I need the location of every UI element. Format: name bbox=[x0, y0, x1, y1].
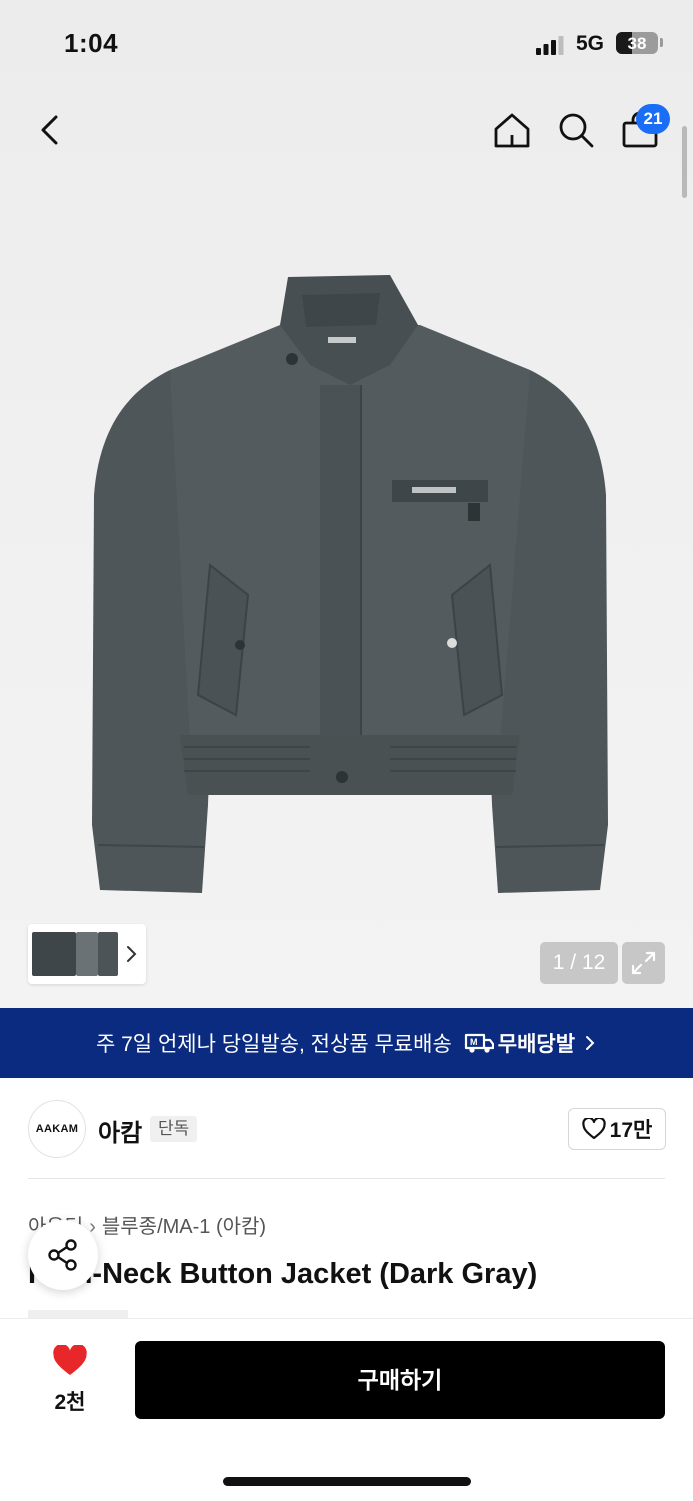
network-type: 5G bbox=[576, 32, 605, 55]
battery-percent: 38 bbox=[627, 34, 647, 53]
wishlist-count: 2천 bbox=[54, 1391, 86, 1414]
brand-logo[interactable]: AAKAM bbox=[28, 1100, 86, 1158]
banner-brand: M 무배당발 bbox=[464, 1028, 575, 1058]
brand-like-count: 17만 bbox=[609, 1119, 653, 1142]
product-image[interactable] bbox=[80, 265, 620, 905]
thumbnail-image[interactable] bbox=[76, 932, 98, 976]
banner-brand-text: 무배당발 bbox=[497, 1033, 576, 1056]
status-bar: 1:04 5G 38 bbox=[0, 0, 693, 90]
chevron-right-icon[interactable] bbox=[126, 944, 138, 964]
signal-icon bbox=[536, 36, 564, 55]
bottom-action-bar: 2천 구매하기 bbox=[0, 1318, 693, 1501]
exclusive-badge: 단독 bbox=[150, 1116, 198, 1142]
divider bbox=[28, 1178, 665, 1179]
search-icon[interactable] bbox=[556, 110, 596, 150]
product-title: High-Neck Button Jacket (Dark Gray) bbox=[28, 1258, 538, 1290]
cart-count-badge: 21 bbox=[636, 104, 670, 134]
home-indicator[interactable] bbox=[223, 1477, 471, 1486]
image-counter: 1 / 12 bbox=[540, 942, 618, 984]
share-button[interactable] bbox=[28, 1220, 98, 1290]
thumbnail-image[interactable] bbox=[98, 932, 118, 976]
brand-name[interactable]: 아캄 bbox=[98, 1113, 142, 1148]
heart-filled-icon bbox=[53, 1344, 87, 1375]
battery-tip bbox=[660, 38, 663, 47]
buy-button[interactable]: 구매하기 bbox=[135, 1341, 665, 1419]
status-time: 1:04 bbox=[64, 28, 119, 58]
back-icon[interactable] bbox=[34, 112, 68, 148]
expand-icon[interactable] bbox=[622, 942, 665, 984]
brand-row[interactable]: AAKAM 아캄 단독 17만 bbox=[0, 1078, 693, 1178]
svg-text:M: M bbox=[470, 1037, 478, 1047]
wishlist-button[interactable]: 2천 bbox=[40, 1344, 100, 1415]
breadcrumb-subcategory[interactable]: 블루종/MA-1 (아캄) bbox=[102, 1216, 266, 1238]
shipping-banner[interactable]: 주 7일 언제나 당일발송, 전상품 무료배송 M 무배당발 bbox=[0, 1008, 693, 1078]
chevron-right-icon bbox=[586, 1036, 595, 1050]
battery-icon: 38 bbox=[616, 32, 658, 54]
thumbnail-image[interactable] bbox=[32, 932, 76, 976]
share-icon bbox=[48, 1239, 77, 1271]
home-icon[interactable] bbox=[492, 110, 532, 150]
brand-like-button[interactable]: 17만 bbox=[568, 1108, 666, 1150]
scrollbar[interactable] bbox=[682, 126, 687, 198]
banner-text: 주 7일 언제나 당일발송, 전상품 무료배송 bbox=[95, 1033, 452, 1056]
thumbnail-strip[interactable] bbox=[28, 924, 146, 984]
heart-outline-icon bbox=[581, 1118, 606, 1140]
delivery-truck-icon: M bbox=[464, 1033, 494, 1053]
